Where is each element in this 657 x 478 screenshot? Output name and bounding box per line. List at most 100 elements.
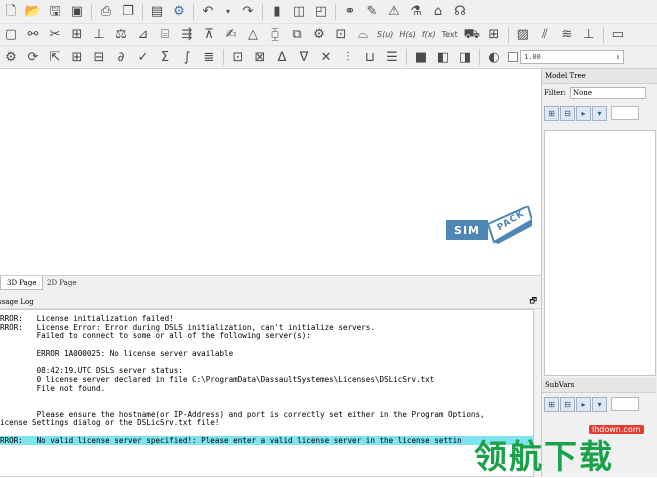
grid-icon[interactable]: ⊞: [484, 25, 504, 45]
stand-icon[interactable]: ⊥: [579, 25, 599, 45]
plot-icon[interactable]: ⊡: [228, 47, 248, 67]
scale-value: 1.00: [524, 53, 541, 61]
translate-icon[interactable]: ⇱: [45, 47, 65, 67]
ruler-icon[interactable]: ⊞: [67, 25, 87, 45]
float-panel-icon[interactable]: 🗗: [529, 295, 537, 309]
tab-2d-page[interactable]: 2D Page: [41, 276, 82, 290]
slash-icon[interactable]: ⫽: [535, 25, 555, 45]
tools-icon[interactable]: ✂: [45, 25, 65, 45]
hs-function-button[interactable]: H(s): [397, 25, 417, 45]
list-icon[interactable]: ☰: [382, 47, 402, 67]
undo-dropdown-icon[interactable]: ▾: [220, 2, 236, 22]
scale-icon[interactable]: ▤: [147, 2, 167, 22]
log-line: Failed to connect to some or all of the …: [0, 331, 311, 341]
cylinder-icon[interactable]: ⌸: [155, 25, 175, 45]
log-line: Please ensure the hostname(or IP-Address…: [0, 409, 485, 419]
redo-icon[interactable]: ↷: [238, 2, 258, 22]
filter-row: Filter: None: [542, 84, 657, 102]
mode-icon[interactable]: ⊿: [133, 25, 153, 45]
expand-selected-icon[interactable]: ▸: [576, 105, 591, 121]
sum-icon[interactable]: Σ: [155, 47, 175, 67]
open-folder-icon[interactable]: 📂: [23, 2, 43, 22]
surface-icon[interactable]: ⌓: [353, 25, 373, 45]
message-log-text[interactable]: RROR: License initialization failed! RROR…: [0, 309, 534, 477]
subvars-collapse-selected-icon[interactable]: ▾: [592, 396, 607, 412]
frame-icon[interactable]: ◫: [289, 2, 309, 22]
sensor-icon[interactable]: ⚗: [406, 2, 426, 22]
filter-icon[interactable]: ⫶: [338, 47, 358, 67]
marker-icon[interactable]: ◰: [311, 2, 331, 22]
chart-icon[interactable]: ⊡: [331, 25, 351, 45]
undo-icon[interactable]: ↶: [198, 2, 218, 22]
integral-icon[interactable]: ∫: [177, 47, 197, 67]
save-icon[interactable]: 🖫: [45, 2, 65, 22]
joint-icon[interactable]: ⚭: [340, 2, 360, 22]
hatch-icon[interactable]: ▨: [513, 25, 533, 45]
model-tree-view[interactable]: [544, 130, 656, 376]
3d-viewport[interactable]: [0, 69, 541, 275]
fx-function-button[interactable]: f(x): [420, 25, 438, 45]
lines-icon[interactable]: ≋: [557, 25, 577, 45]
connection-icon[interactable]: ⚯: [23, 25, 43, 45]
transform-icon[interactable]: ⚙: [1, 47, 21, 67]
solid-view-icon[interactable]: ■: [411, 47, 431, 67]
text-button[interactable]: Text: [440, 25, 460, 45]
scale-checkbox[interactable]: [508, 52, 518, 62]
pen-icon[interactable]: ✍: [221, 25, 241, 45]
site-watermark: lhdown.com 领航下载: [474, 420, 657, 477]
subvars-expand-icon[interactable]: ⊞: [544, 396, 559, 412]
split-icon[interactable]: ⊔: [360, 47, 380, 67]
car-icon[interactable]: ⛟: [462, 25, 482, 45]
tree-search-input[interactable]: [611, 106, 639, 120]
expression-icon[interactable]: ⌂: [428, 2, 448, 22]
sweep-icon[interactable]: ☊: [450, 2, 470, 22]
new-file-icon[interactable]: 🗋: [1, 2, 21, 22]
settings-icon[interactable]: ⚙: [169, 2, 189, 22]
rotate-icon[interactable]: ⟳: [23, 47, 43, 67]
model-icon[interactable]: ▢: [1, 25, 21, 45]
vector-icon[interactable]: ⊟: [89, 47, 109, 67]
save-as-icon[interactable]: ▣: [67, 2, 87, 22]
collapse-all-icon[interactable]: ⊟: [560, 105, 575, 121]
comment-icon[interactable]: ▭: [608, 25, 628, 45]
body-icon[interactable]: ▮: [267, 2, 287, 22]
subvars-collapse-icon[interactable]: ⊟: [560, 396, 575, 412]
expand-all-icon[interactable]: ⊞: [544, 105, 559, 121]
dt-icon[interactable]: ∆: [272, 47, 292, 67]
force-icon[interactable]: ✎: [362, 2, 382, 22]
model-tree-panel: Model Tree Filter: None ⊞ ⊟ ▸ ▾ SubVars …: [541, 69, 657, 477]
constraint-icon[interactable]: ⚠: [384, 2, 404, 22]
wire-view-icon[interactable]: ◨: [455, 47, 475, 67]
toolbar-separator: [223, 49, 224, 65]
collapse-selected-icon[interactable]: ▾: [592, 105, 607, 121]
cube-view-icon[interactable]: ◧: [433, 47, 453, 67]
copy-icon[interactable]: ❐: [118, 2, 138, 22]
tab-3d-page[interactable]: 3D Page: [0, 276, 44, 290]
spring-icon[interactable]: ⇶: [177, 25, 197, 45]
damper-icon[interactable]: ⧮: [265, 25, 285, 45]
parameter-icon[interactable]: ⊥: [89, 25, 109, 45]
su-function-button[interactable]: S(u): [375, 25, 395, 45]
color-icon[interactable]: ◐: [484, 47, 504, 67]
triangle-icon[interactable]: △: [243, 25, 263, 45]
scale-spinbox[interactable]: 1.00 ⇕: [520, 50, 624, 64]
print-icon[interactable]: ⎙: [96, 2, 116, 22]
gear-icon[interactable]: ⚙: [309, 25, 329, 45]
subvars-search-input[interactable]: [611, 397, 639, 411]
wrench-icon[interactable]: ✕: [316, 47, 336, 67]
subvars-expand-selected-icon[interactable]: ▸: [576, 396, 591, 412]
plot2-icon[interactable]: ⊠: [250, 47, 270, 67]
pin-icon[interactable]: ⊼: [199, 25, 219, 45]
toolbar-separator: [602, 26, 604, 43]
link-icon[interactable]: ⧉: [287, 25, 307, 45]
check-icon[interactable]: ✓: [133, 47, 153, 67]
mass-icon[interactable]: ⚖: [111, 25, 131, 45]
spin-arrows-icon[interactable]: ⇕: [616, 53, 620, 61]
derivative-icon[interactable]: ∂: [111, 47, 131, 67]
stack-icon[interactable]: ≣: [199, 47, 219, 67]
log-line: ERROR 1A000025: No license server availa…: [0, 348, 234, 358]
filter-select[interactable]: None: [570, 87, 646, 99]
matrix-icon[interactable]: ⊞: [67, 47, 87, 67]
dt2-icon[interactable]: ∇: [294, 47, 314, 67]
toolbar-separator: [262, 3, 263, 20]
